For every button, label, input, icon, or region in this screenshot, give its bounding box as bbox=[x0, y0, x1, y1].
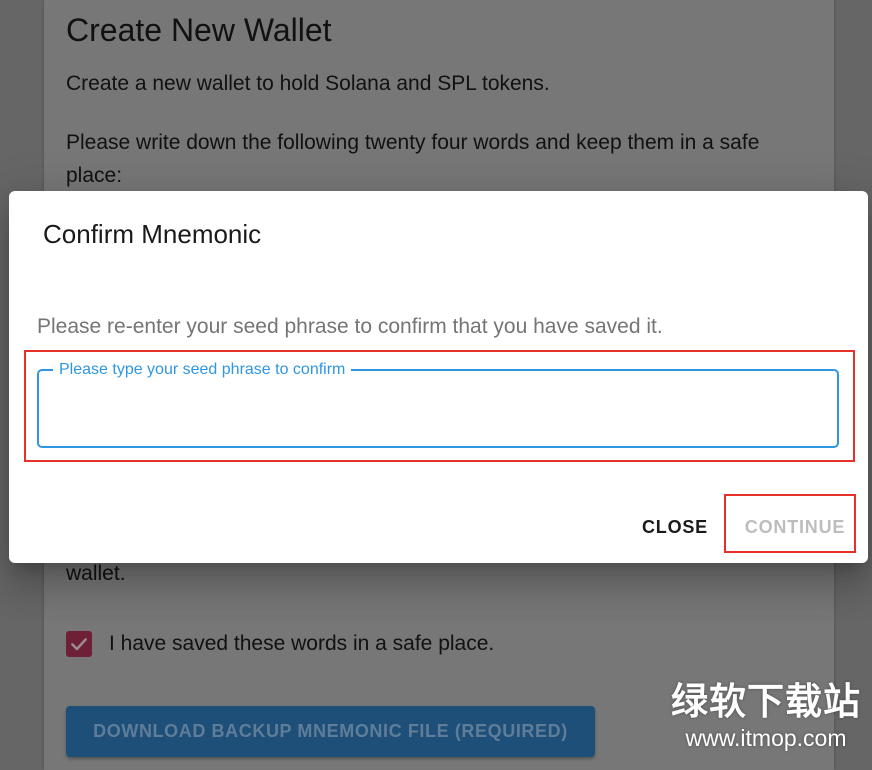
site-watermark: 绿软下载站 www.itmop.com bbox=[668, 680, 864, 752]
page-subtitle: Create a new wallet to hold Solana and S… bbox=[66, 72, 550, 95]
confirm-mnemonic-dialog: Confirm Mnemonic Please re-enter your se… bbox=[9, 191, 868, 563]
saved-words-checkbox-row[interactable]: I have saved these words in a safe place… bbox=[66, 631, 494, 657]
page-title: Create New Wallet bbox=[66, 12, 332, 48]
partial-text: wallet. bbox=[66, 562, 126, 585]
close-button[interactable]: Close bbox=[635, 513, 715, 541]
dialog-description: Please re-enter your seed phrase to conf… bbox=[37, 315, 663, 338]
seed-phrase-label: Please type your seed phrase to confirm bbox=[59, 361, 346, 378]
saved-words-checkbox-label: I have saved these words in a safe place… bbox=[109, 632, 495, 655]
download-backup-button[interactable]: Download Backup Mnemonic File (Required) bbox=[66, 706, 595, 757]
seed-phrase-input[interactable] bbox=[51, 396, 827, 438]
mnemonic-instructions: Please write down the following twenty f… bbox=[66, 131, 760, 187]
watermark-url: www.itmop.com bbox=[685, 725, 847, 751]
watermark-title: 绿软下载站 bbox=[671, 681, 861, 722]
checkmark-icon bbox=[71, 638, 87, 651]
seed-phrase-field: Please type your seed phrase to confirm bbox=[37, 362, 839, 448]
dialog-title: Confirm Mnemonic bbox=[43, 219, 262, 249]
continue-button[interactable]: Continue bbox=[738, 513, 852, 541]
saved-words-checkbox[interactable] bbox=[66, 631, 92, 657]
